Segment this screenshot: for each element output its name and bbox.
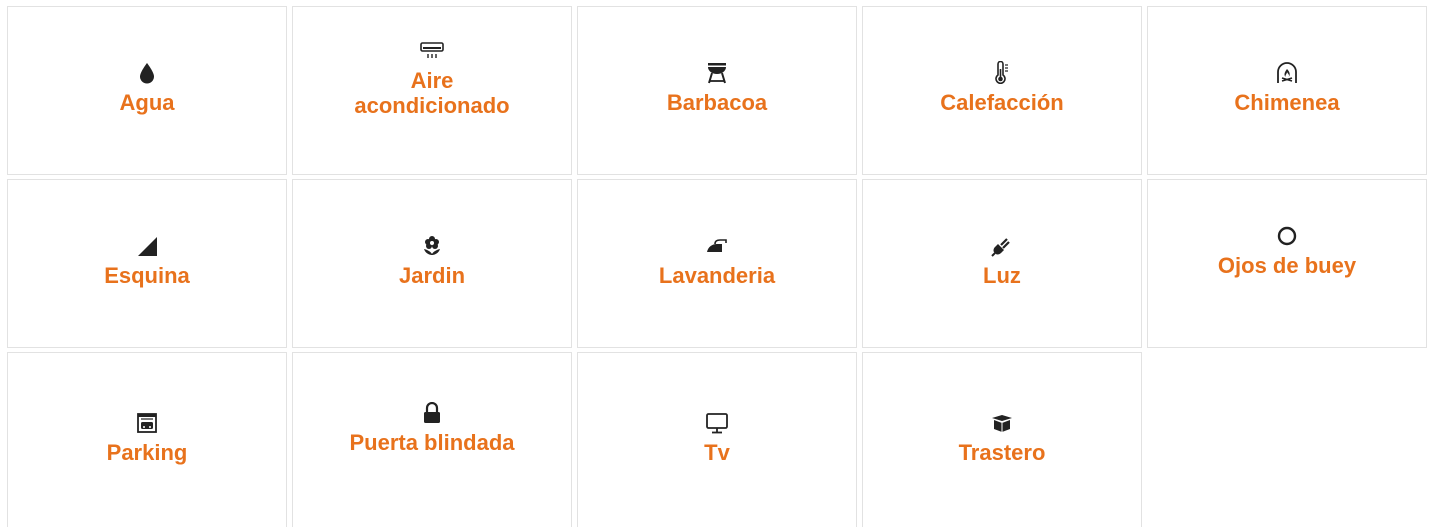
plug-icon (989, 233, 1015, 259)
feature-label: Puerta blindada (349, 429, 515, 455)
feature-barbacoa: Barbacoa (577, 6, 857, 175)
feature-label: Jardin (398, 263, 466, 288)
feature-puerta-blindada: Puerta blindada (292, 352, 572, 527)
feature-aire-acondicionado: Aire acondicionado (292, 6, 572, 175)
feature-jardin: Jardin (292, 179, 572, 348)
feature-esquina: Esquina (7, 179, 287, 348)
lock-icon (419, 400, 445, 426)
thermometer-icon (989, 60, 1015, 86)
feature-label: Luz (983, 263, 1021, 288)
feature-label: Chimenea (1234, 90, 1340, 115)
feature-label: Ojos de buey (1217, 253, 1357, 278)
storage-box-icon (989, 410, 1015, 436)
feature-label: Tv (704, 439, 730, 465)
feature-calefaccion: Calefacción (862, 6, 1142, 175)
fireplace-icon (1274, 60, 1300, 86)
feature-label: Parking (106, 439, 188, 465)
feature-ojos-de-buey: Ojos de buey (1147, 179, 1427, 348)
feature-agua: Agua (7, 6, 287, 175)
feature-parking: Parking (7, 352, 287, 527)
feature-label: Barbacoa (666, 90, 768, 115)
barbecue-grill-icon (704, 60, 730, 86)
feature-chimenea: Chimenea (1147, 6, 1427, 175)
feature-label: Calefacción (940, 90, 1064, 115)
feature-label: Trastero (958, 439, 1046, 465)
monitor-icon (704, 410, 730, 436)
feature-label: Agua (119, 90, 175, 115)
corner-triangle-icon (134, 233, 160, 259)
feature-luz: Luz (862, 179, 1142, 348)
feature-trastero: Trastero (862, 352, 1142, 527)
feature-label: Esquina (104, 263, 190, 288)
feature-lavanderia: Lavanderia (577, 179, 857, 348)
flower-icon (419, 233, 445, 259)
features-grid: Agua Aire acondicionado Barbacoa Calefac… (7, 6, 1427, 527)
feature-tv: Tv (577, 352, 857, 527)
feature-label: Aire acondicionado (354, 67, 510, 118)
water-drop-icon (134, 60, 160, 86)
iron-icon (704, 233, 730, 259)
garage-car-icon (134, 410, 160, 436)
circle-ring-icon (1274, 223, 1300, 249)
feature-label: Lavanderia (658, 263, 776, 288)
air-conditioner-icon (419, 38, 445, 64)
